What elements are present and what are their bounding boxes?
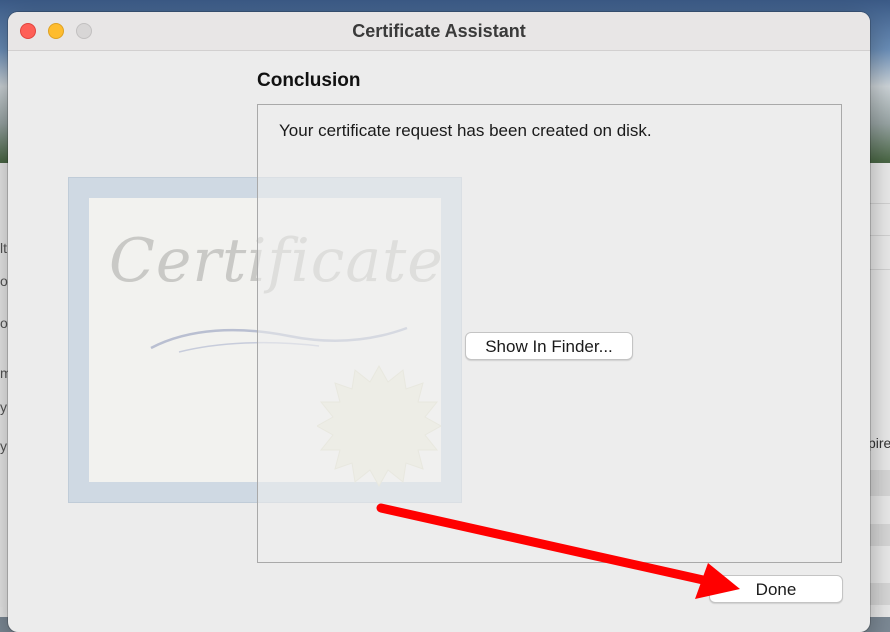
- background-row: [868, 470, 890, 496]
- background-window-text: y: [0, 399, 7, 415]
- conclusion-panel: Your certificate request has been create…: [257, 104, 842, 563]
- background-row: [868, 524, 890, 546]
- background-window-text: o: [0, 273, 8, 289]
- background-window-text: y: [0, 438, 7, 454]
- done-button[interactable]: Done: [709, 575, 843, 603]
- show-in-finder-button[interactable]: Show In Finder...: [465, 332, 633, 360]
- background-row: [868, 583, 890, 605]
- window-title: Certificate Assistant: [352, 21, 526, 41]
- title-bar: Certificate Assistant: [8, 12, 870, 51]
- background-cell-text: pire: [868, 435, 890, 451]
- certificate-assistant-window: Certificate Assistant Certificate Conclu…: [8, 12, 870, 632]
- status-message: Your certificate request has been create…: [279, 121, 652, 140]
- section-heading: Conclusion: [257, 70, 361, 91]
- background-window-text: o: [0, 315, 8, 331]
- background-window-text: lt: [0, 240, 7, 256]
